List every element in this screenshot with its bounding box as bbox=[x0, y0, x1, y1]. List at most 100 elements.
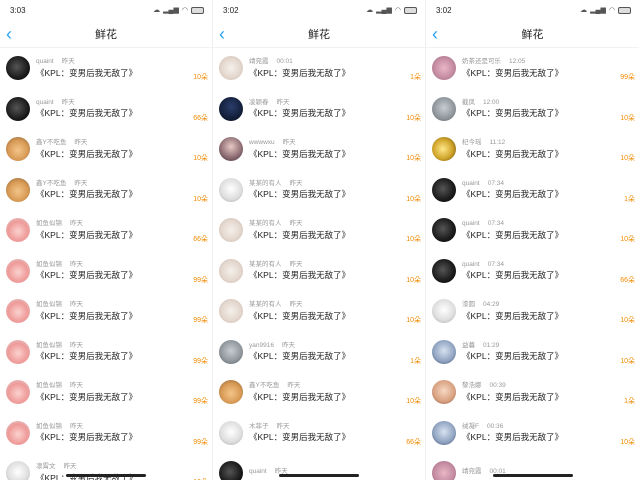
list-item[interactable]: 如鱼似锦 昨天 《KPL：变男后我无敌了》 99朵 bbox=[0, 372, 212, 413]
list-item[interactable]: 鑫Y不吃鱼 昨天 《KPL：变男后我无敌了》 10朵 bbox=[213, 372, 425, 413]
home-indicator[interactable] bbox=[279, 474, 359, 477]
sender-name[interactable]: quaint bbox=[462, 221, 480, 228]
sender-name[interactable]: 某某的有人 bbox=[249, 302, 282, 309]
list-item[interactable]: 鑫Y不吃鱼 昨天 《KPL：变男后我无敌了》 10朵 bbox=[0, 129, 212, 170]
avatar[interactable] bbox=[219, 218, 243, 243]
sender-name[interactable]: 如鱼似锦 bbox=[36, 261, 62, 269]
sender-name[interactable]: 凛霄文 bbox=[36, 464, 56, 471]
avatar[interactable] bbox=[6, 461, 30, 480]
avatar[interactable] bbox=[432, 96, 456, 121]
avatar[interactable] bbox=[432, 299, 456, 324]
sender-name[interactable]: 靖宛霞 bbox=[249, 59, 269, 66]
sender-name[interactable]: 如鱼似锦 bbox=[36, 221, 62, 228]
back-chevron-icon[interactable]: ‹ bbox=[219, 24, 235, 44]
avatar[interactable] bbox=[6, 258, 30, 283]
home-indicator[interactable] bbox=[492, 474, 573, 477]
sender-name[interactable]: 木菲子 bbox=[249, 423, 269, 431]
list-item[interactable]: 某某的有人 昨天 《KPL：变男后我无敌了》 10朵 bbox=[213, 291, 425, 332]
sender-name[interactable]: wwwwxu bbox=[249, 140, 275, 147]
sender-name[interactable]: 鑫Y不吃鱼 bbox=[36, 180, 66, 188]
avatar[interactable] bbox=[6, 177, 30, 202]
avatar[interactable] bbox=[432, 218, 456, 243]
sender-name[interactable]: 某某的有人 bbox=[249, 180, 282, 188]
avatar[interactable] bbox=[6, 218, 30, 243]
avatar[interactable] bbox=[432, 339, 456, 364]
sender-name[interactable]: quaint bbox=[462, 180, 480, 188]
sender-name[interactable]: 如鱼似锦 bbox=[36, 383, 62, 390]
avatar[interactable] bbox=[219, 461, 243, 480]
list-item[interactable]: 如鱼似锦 昨天 《KPL：变男后我无敌了》 99朵 bbox=[0, 413, 212, 454]
list-item[interactable]: 鑫Y不吃鱼 昨天 《KPL：变男后我无敌了》 10朵 bbox=[0, 170, 212, 211]
list-item[interactable]: quaint 昨天 《KPL：变男后我无敌了》 66朵 bbox=[0, 89, 212, 130]
home-indicator[interactable] bbox=[66, 474, 146, 477]
avatar[interactable] bbox=[432, 177, 456, 202]
back-chevron-icon[interactable]: ‹ bbox=[6, 24, 22, 44]
avatar[interactable] bbox=[219, 380, 243, 405]
avatar[interactable] bbox=[6, 137, 30, 162]
avatar[interactable] bbox=[6, 339, 30, 364]
list-item[interactable]: 截凤 12:00 《KPL：变男后我无敌了》 10朵 bbox=[426, 89, 639, 130]
list-item[interactable]: 如鱼似锦 昨天 《KPL：变男后我无敌了》 99朵 bbox=[0, 291, 212, 332]
list-item[interactable]: quaint 07:34 《KPL：变男后我无敌了》 1朵 bbox=[426, 170, 639, 211]
list-item[interactable]: 益暮 01:29 《KPL：变男后我无敌了》 10朵 bbox=[426, 332, 639, 373]
sender-name[interactable]: 鑫Y不吃鱼 bbox=[249, 383, 279, 390]
list-item[interactable]: 靖宛霞 00:01 《KPL：变男后我无敌了》 1朵 bbox=[213, 48, 425, 89]
list-item[interactable]: 如鱼似锦 昨天 《KPL：变男后我无敌了》 99朵 bbox=[0, 251, 212, 292]
list-item[interactable]: 黎浩娜 00:39 《KPL：变男后我无敌了》 1朵 bbox=[426, 372, 639, 413]
list-item[interactable]: 绒凝F 00:36 《KPL：变男后我无敌了》 10朵 bbox=[426, 413, 639, 454]
sender-name[interactable]: quaint bbox=[462, 261, 480, 269]
avatar[interactable] bbox=[219, 339, 243, 364]
sender-name[interactable]: 漆圆 bbox=[462, 302, 475, 309]
list-item[interactable]: 如鱼似锦 昨天 《KPL：变男后我无敌了》 66朵 bbox=[0, 210, 212, 251]
sender-name[interactable]: yan9916 bbox=[249, 342, 274, 350]
sender-name[interactable]: 奶茶还是可乐 bbox=[462, 59, 501, 66]
sender-name[interactable]: 某某的有人 bbox=[249, 261, 282, 269]
avatar[interactable] bbox=[6, 420, 30, 445]
avatar[interactable] bbox=[219, 177, 243, 202]
sender-name[interactable]: 绒凝F bbox=[462, 423, 479, 431]
sender-name[interactable]: quaint bbox=[36, 59, 54, 66]
avatar[interactable] bbox=[432, 380, 456, 405]
list-item[interactable]: 奶茶还是可乐 12:05 《KPL：变男后我无敌了》 99朵 bbox=[426, 48, 639, 89]
avatar[interactable] bbox=[219, 258, 243, 283]
list-item[interactable]: 杞今瑶 11:12 《KPL：变男后我无敌了》 10朵 bbox=[426, 129, 639, 170]
sender-name[interactable]: 如鱼似锦 bbox=[36, 302, 62, 309]
sender-name[interactable]: 如鱼似锦 bbox=[36, 342, 62, 350]
list-item[interactable]: 某某的有人 昨天 《KPL：变男后我无敌了》 10朵 bbox=[213, 170, 425, 211]
avatar[interactable] bbox=[219, 96, 243, 121]
sender-name[interactable]: 凌颖春 bbox=[249, 99, 269, 107]
avatar[interactable] bbox=[219, 420, 243, 445]
sender-name[interactable]: 如鱼似锦 bbox=[36, 423, 62, 431]
sender-name[interactable]: 某某的有人 bbox=[249, 221, 282, 228]
sender-name[interactable]: 截凤 bbox=[462, 99, 475, 107]
avatar[interactable] bbox=[219, 299, 243, 324]
list-item[interactable]: quaint 07:34 《KPL：变男后我无敌了》 10朵 bbox=[426, 210, 639, 251]
avatar[interactable] bbox=[432, 56, 456, 81]
sender-name[interactable]: 鑫Y不吃鱼 bbox=[36, 140, 66, 147]
list-item[interactable]: 某某的有人 昨天 《KPL：变男后我无敌了》 10朵 bbox=[213, 210, 425, 251]
avatar[interactable] bbox=[219, 56, 243, 81]
avatar[interactable] bbox=[432, 461, 456, 480]
list-item[interactable]: wwwwxu 昨天 《KPL：变男后我无敌了》 10朵 bbox=[213, 129, 425, 170]
avatar[interactable] bbox=[432, 137, 456, 162]
avatar[interactable] bbox=[6, 380, 30, 405]
avatar[interactable] bbox=[432, 258, 456, 283]
list-item[interactable]: yan9916 昨天 《KPL：变男后我无敌了》 1朵 bbox=[213, 332, 425, 373]
avatar[interactable] bbox=[6, 56, 30, 81]
avatar[interactable] bbox=[219, 137, 243, 162]
sender-name[interactable]: 靖宛霞 bbox=[462, 468, 482, 476]
list-item[interactable]: 木菲子 昨天 《KPL：变男后我无敌了》 66朵 bbox=[213, 413, 425, 454]
avatar[interactable] bbox=[6, 299, 30, 324]
avatar[interactable] bbox=[6, 96, 30, 121]
back-chevron-icon[interactable]: ‹ bbox=[432, 24, 448, 44]
list-item[interactable]: 如鱼似锦 昨天 《KPL：变男后我无敌了》 99朵 bbox=[0, 332, 212, 373]
sender-name[interactable]: quaint bbox=[249, 468, 267, 476]
sender-name[interactable]: 益暮 bbox=[462, 342, 475, 350]
list-item[interactable]: 某某的有人 昨天 《KPL：变男后我无敌了》 10朵 bbox=[213, 251, 425, 292]
list-item[interactable]: 凌颖春 昨天 《KPL：变男后我无敌了》 10朵 bbox=[213, 89, 425, 130]
list-item[interactable]: quaint 昨天 《KPL：变男后我无敌了》 10朵 bbox=[0, 48, 212, 89]
sender-name[interactable]: quaint bbox=[36, 99, 54, 107]
sender-name[interactable]: 黎浩娜 bbox=[462, 383, 482, 390]
list-item[interactable]: quaint 07:34 《KPL：变男后我无敌了》 66朵 bbox=[426, 251, 639, 292]
list-item[interactable]: 漆圆 04:29 《KPL：变男后我无敌了》 10朵 bbox=[426, 291, 639, 332]
